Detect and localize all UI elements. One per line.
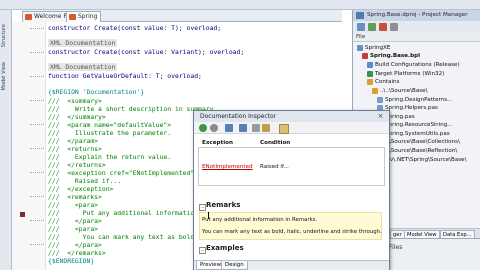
model-view-dock-tab[interactable]: Model View <box>1 62 7 90</box>
comment-line: /// <exception cref="ENotImplemented"> <box>48 169 199 177</box>
collapse-examples-icon[interactable]: − <box>199 247 206 254</box>
editor-gutter <box>12 22 46 270</box>
condition-column-header: Condition <box>260 140 291 146</box>
tree-item-build-configurations[interactable]: Build Configurations (Release) <box>367 61 460 70</box>
tree-item-folder[interactable]: ..\..\Source\Base\ <box>372 87 427 96</box>
remarks-editor[interactable]: Put any additional information in Remark… <box>199 212 382 240</box>
comment-line: /// <returns> <box>48 145 102 153</box>
comment-line: /// </exception> <box>48 185 114 193</box>
comment-line: /// Write a short description in summary <box>48 105 214 113</box>
comment-line: /// </summary> <box>48 113 106 121</box>
project-group-icon <box>357 45 363 51</box>
unit-file-icon <box>377 97 383 103</box>
options-icon[interactable] <box>210 124 218 132</box>
code-line: constructor Create(const value: T); over… <box>48 24 222 32</box>
refresh-icon[interactable] <box>199 124 207 132</box>
comment-line: /// Put any additional information in <box>48 209 210 217</box>
remarks-line: Put any additional information in Remark… <box>202 217 318 223</box>
collapsed-xml-doc[interactable]: XML Documentation <box>48 39 118 47</box>
comment-line: /// <summary> <box>48 97 102 105</box>
project-manager-toolbar <box>353 21 480 33</box>
folder-icon <box>367 79 373 85</box>
documentation-inspector-title[interactable]: Documentation Inspector <box>194 111 389 122</box>
collapse-remarks-icon[interactable]: − <box>199 204 206 211</box>
comment-line: /// </returns> <box>48 161 106 169</box>
documentation-inspector-window: Documentation Inspector × Exception Cond… <box>193 110 390 270</box>
paste-icon[interactable] <box>279 124 289 134</box>
comment-line: /// </para> <box>48 217 102 225</box>
cut-icon[interactable] <box>262 124 270 132</box>
exception-link[interactable]: ENotImplemented <box>202 162 253 172</box>
exception-column-header: Exception <box>202 140 233 146</box>
comment-line: /// <remarks> <box>48 193 102 201</box>
comment-line: /// <para> <box>48 201 99 209</box>
comment-line: /// <para> <box>48 225 99 233</box>
breakpoint-marker-icon[interactable] <box>20 212 25 217</box>
code-line: constructor Create(const value: Variant)… <box>48 48 245 56</box>
tree-item-project[interactable]: Spring.Base.bpl <box>362 52 420 61</box>
tree-item-contains[interactable]: Contains <box>367 78 400 87</box>
file-column-header[interactable]: File <box>353 33 480 42</box>
remarks-heading: Remarks <box>206 201 241 209</box>
comment-line: /// </param> <box>48 137 99 145</box>
exceptions-table-header: Exception Condition <box>198 138 385 148</box>
tab-spring[interactable]: Spring <box>66 11 102 22</box>
editor-tabs: Welcome Page Spring <box>22 10 342 22</box>
comment-line: /// </remarks> <box>48 249 106 257</box>
table-row: ENotImplemented Raised if... <box>198 162 385 172</box>
region-directive: {$ENDREGION} <box>48 257 95 265</box>
activate-icon[interactable] <box>357 23 365 31</box>
new-item-icon[interactable] <box>368 23 376 31</box>
unit-file-icon <box>69 14 76 20</box>
menu-strip <box>0 0 480 10</box>
comment-line: /// <param name="defaultValue"> <box>48 121 172 129</box>
inspector-toolbar <box>194 122 389 134</box>
remarks-line: You can mark any text as bold, italic, u… <box>202 229 382 235</box>
inspector-tabs: Preview Design <box>194 260 389 270</box>
list-icon[interactable] <box>225 124 233 132</box>
comment-line: /// </para> <box>48 241 102 249</box>
comment-line: /// You can mark any text as bold <box>48 233 195 241</box>
package-icon <box>362 53 368 59</box>
remove-icon[interactable] <box>379 23 387 31</box>
project-manager-title: Spring.Base.dproj - Project Manager <box>353 10 480 21</box>
left-dock: Structure Model View <box>0 10 12 270</box>
tab-design[interactable]: Design <box>221 261 248 270</box>
welcome-page-icon <box>25 14 32 20</box>
condition-text: Raised if... <box>260 164 289 170</box>
close-icon[interactable]: × <box>376 112 385 121</box>
comment-line: /// Explain the return value. <box>48 153 172 161</box>
text-cursor <box>208 212 212 219</box>
collapsed-xml-doc[interactable]: XML Documentation <box>48 63 118 71</box>
link-icon[interactable] <box>252 124 260 132</box>
view-options-icon[interactable] <box>390 23 398 31</box>
project-manager-icon <box>356 12 364 19</box>
indent-icon[interactable] <box>239 124 247 132</box>
build-config-icon <box>367 62 373 68</box>
comment-line: /// Illustrate the parameter. <box>48 129 172 137</box>
examples-heading: Examples <box>206 244 244 252</box>
code-line: function GetValueOrDefault: T; overload; <box>48 72 202 80</box>
structure-dock-tab[interactable]: Structure <box>1 24 7 47</box>
region-directive: {$REGION 'Documentation'} <box>48 88 145 96</box>
folder-icon <box>372 88 378 94</box>
comment-line: /// Raised if... <box>48 177 122 185</box>
target-platform-icon <box>367 71 373 77</box>
